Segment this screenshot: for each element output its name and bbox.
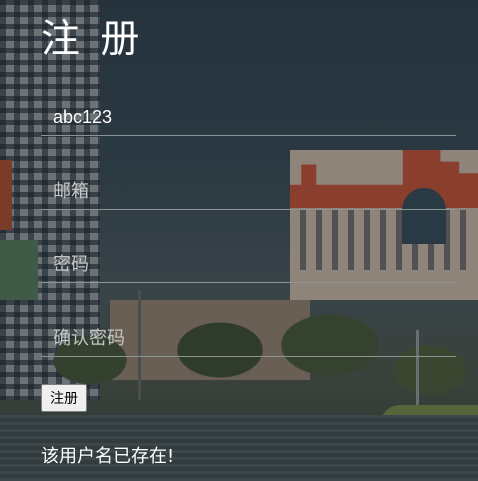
username-input[interactable] bbox=[41, 100, 456, 136]
error-message: 该用户名已存在! bbox=[41, 446, 175, 467]
register-button[interactable]: 注册 bbox=[41, 384, 87, 412]
register-form: 注 册 注册 该用户名已存在! bbox=[0, 0, 478, 481]
password-input[interactable] bbox=[41, 247, 456, 283]
page-title: 注 册 bbox=[41, 17, 144, 62]
confirm-password-input[interactable] bbox=[41, 321, 456, 357]
email-input[interactable] bbox=[41, 174, 456, 210]
